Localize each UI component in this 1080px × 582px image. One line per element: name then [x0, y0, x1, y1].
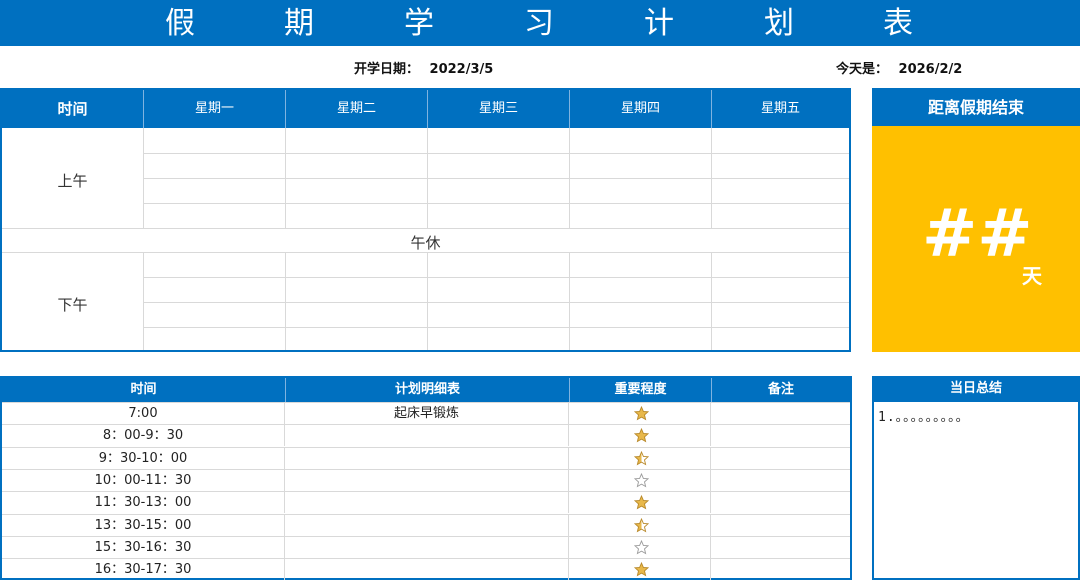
star-filled-icon [634, 406, 649, 421]
title-bar: 假期学习计划表 [0, 0, 1080, 46]
countdown-unit: 天 [1022, 264, 1042, 288]
day-header: 星期五 [711, 90, 849, 128]
schedule-time-header: 时间 [57, 100, 88, 118]
note-cell[interactable] [711, 470, 850, 491]
star-empty-icon [634, 472, 649, 488]
title-char: 习 [524, 6, 554, 41]
start-date-label: 开学日期： [354, 62, 420, 77]
afternoon-label: 下午 [57, 296, 88, 314]
time-cell[interactable]: 10：00-11：30 [2, 469, 285, 491]
time-cell[interactable]: 11：30-13：00 [2, 492, 285, 514]
grid-line [143, 327, 849, 328]
summary-text[interactable]: 1.。。。。。。。。。 [878, 406, 970, 425]
grid-line [569, 128, 570, 228]
weekly-schedule: 时间 星期一 星期二 星期三 星期四 星期五 上午 午休 下午 [0, 88, 851, 352]
detail-cell[interactable] [285, 447, 569, 469]
time-cell[interactable]: 15：30-16：30 [2, 536, 285, 558]
star-filled-icon [634, 562, 649, 577]
detail-cell[interactable] [285, 514, 569, 536]
grid-line [285, 252, 286, 350]
time-cell[interactable]: 16：30-17：30 [2, 559, 285, 581]
plan-importance-header: 重要程度 [569, 378, 711, 402]
detail-cell[interactable] [285, 469, 569, 491]
note-cell[interactable] [711, 537, 850, 558]
note-cell[interactable] [711, 448, 850, 469]
table-row: 15：30-16：30 [2, 535, 850, 558]
countdown-value: ## [922, 195, 1033, 272]
note-cell[interactable] [711, 492, 850, 513]
daily-plan-table: 时间 计划明细表 重要程度 备注 7:00 起床早锻炼 8：00-9：30 9：30-… [0, 376, 852, 581]
table-row: 11：30-13：00 [2, 491, 850, 514]
detail-cell[interactable]: 起床早锻炼 [285, 403, 569, 424]
day-header: 星期一 [143, 90, 285, 128]
note-cell[interactable] [711, 559, 850, 580]
star-half-icon [634, 450, 649, 466]
grid-line [427, 128, 428, 228]
grid-line [143, 153, 849, 154]
today-label: 今天是： [836, 62, 889, 77]
table-row: 13：30-15：00 [2, 513, 850, 536]
star-empty-icon [634, 539, 649, 555]
table-row: 16：30-17：30 [2, 558, 850, 581]
grid-line [143, 178, 849, 179]
time-cell[interactable]: 9：30-10：00 [2, 447, 285, 469]
grid-line [143, 203, 849, 204]
grid-line [711, 252, 712, 350]
noon-break-label: 午休 [410, 234, 441, 252]
countdown-panel: ## 天 [872, 126, 1080, 352]
grid-line [143, 277, 849, 278]
time-cell[interactable]: 13：30-15：00 [2, 514, 285, 536]
note-cell[interactable] [711, 515, 850, 536]
table-row: 10：00-11：30 [2, 468, 850, 491]
grid-line [143, 128, 144, 228]
table-row: 8：00-9：30 [2, 424, 850, 447]
title-char: 表 [883, 6, 913, 41]
day-header: 星期三 [427, 90, 569, 128]
note-cell[interactable] [711, 403, 850, 424]
day-header: 星期二 [285, 90, 427, 128]
title-char: 期 [284, 6, 314, 41]
countdown-title: 距离假期结束 [872, 88, 1080, 126]
schedule-header: 时间 星期一 星期二 星期三 星期四 星期五 [2, 90, 849, 128]
today-info: 今天是： 2026/2/2 [836, 58, 962, 77]
detail-cell[interactable] [285, 536, 569, 558]
grid-line [427, 252, 428, 350]
table-row: 9：30-10：00 [2, 446, 850, 469]
grid-line [285, 128, 286, 228]
title-char: 划 [764, 6, 794, 41]
grid-line [2, 228, 849, 229]
grid-line [711, 128, 712, 228]
start-date-info: 开学日期： 2022/3/5 [354, 58, 493, 77]
title-char: 学 [404, 6, 434, 41]
detail-cell[interactable] [285, 425, 569, 447]
star-half-icon [634, 517, 649, 532]
detail-cell[interactable] [285, 559, 569, 581]
day-header: 星期四 [569, 90, 711, 128]
plan-time-header: 时间 [130, 382, 157, 397]
title-char: 假 [165, 6, 195, 41]
time-cell[interactable]: 7:00 [2, 403, 285, 424]
page-title: 假期学习计划表 [0, 0, 1080, 46]
start-date-value: 2022/3/5 [429, 62, 494, 77]
time-cell[interactable]: 8：00-9：30 [2, 425, 285, 447]
grid-line [143, 302, 849, 303]
grid-line [569, 252, 570, 350]
title-char: 计 [644, 6, 674, 41]
plan-note-header: 备注 [711, 378, 850, 402]
summary-panel: 1.。。。。。。。。。 [872, 402, 1080, 580]
star-filled-icon [634, 495, 649, 510]
star-filled-icon [634, 428, 649, 443]
morning-label: 上午 [57, 172, 88, 190]
table-row: 7:00 起床早锻炼 [2, 402, 850, 424]
plan-detail-header: 计划明细表 [285, 378, 569, 402]
detail-cell[interactable] [285, 492, 569, 514]
today-value: 2026/2/2 [898, 62, 963, 77]
plan-table-header: 时间 计划明细表 重要程度 备注 [2, 378, 850, 402]
summary-title: 当日总结 [872, 376, 1080, 402]
note-cell[interactable] [711, 425, 850, 446]
grid-line [143, 252, 144, 350]
